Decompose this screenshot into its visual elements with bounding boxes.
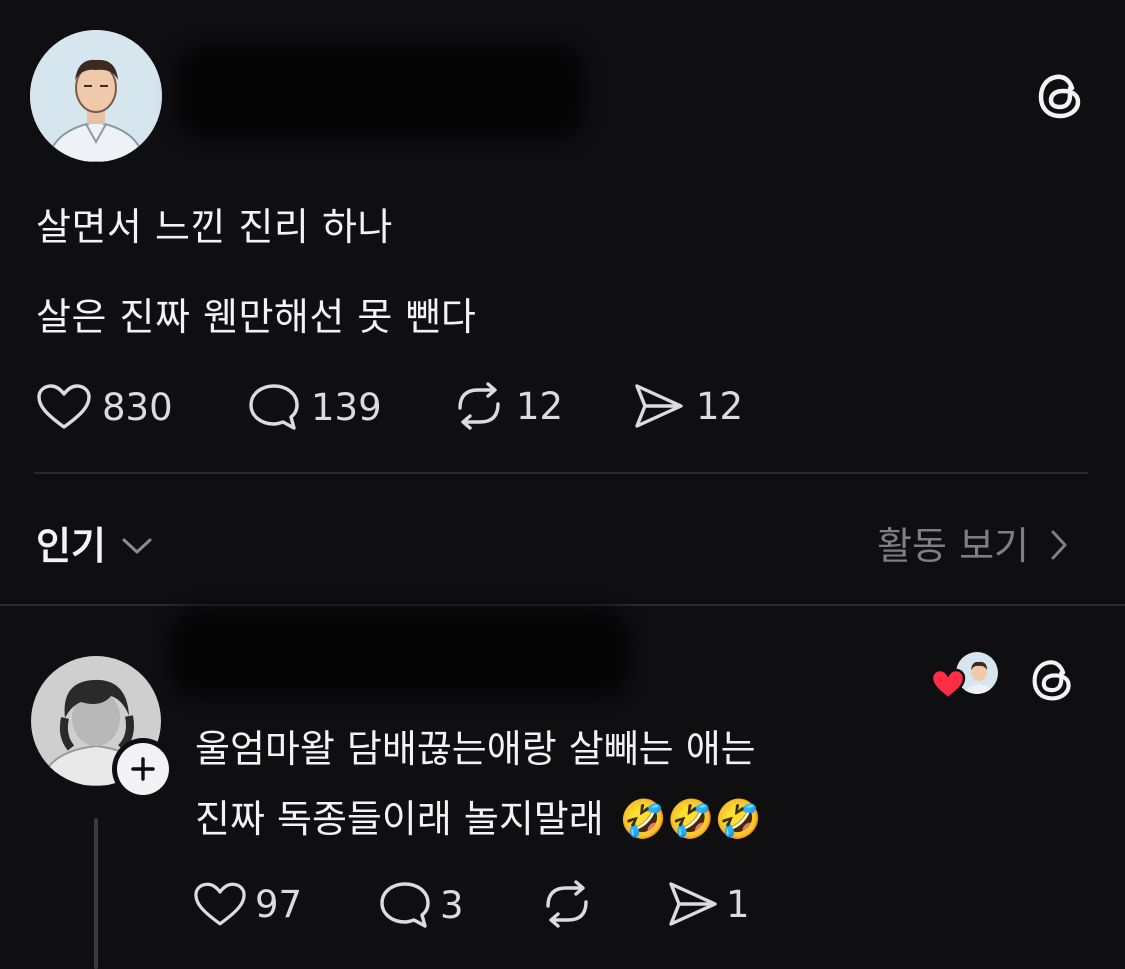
heart-filled-icon xyxy=(930,668,966,700)
reply-text-line-2: 진짜 독종들이래 놀지말래 xyxy=(195,797,604,841)
reply-reply-button[interactable]: 3 xyxy=(378,880,464,930)
post-divider xyxy=(34,472,1088,474)
repost-icon xyxy=(458,382,500,430)
rofl-emoji: 🤣🤣🤣 xyxy=(619,797,762,841)
speech-bubble-icon xyxy=(249,384,299,430)
speech-bubble-icon xyxy=(380,882,430,928)
send-icon xyxy=(635,384,683,428)
reply-like-button[interactable]: 97 xyxy=(193,882,302,927)
post-text-line-1: 살면서 느낀 진리 하나 xyxy=(36,205,393,249)
view-activity-label: 활동 보기 xyxy=(877,524,1029,568)
liked-by-author-indicator xyxy=(930,650,1004,700)
post-reply-button[interactable]: 139 xyxy=(247,382,382,432)
heart-icon xyxy=(37,384,91,429)
reply-text-line-1: 울엄마왈 담배끊는애랑 살빼는 애는 xyxy=(195,727,756,771)
send-icon xyxy=(669,882,717,926)
reply-text-line-2-wrap: 진짜 독종들이래 놀지말래 🤣🤣🤣 xyxy=(195,788,762,843)
author-avatar[interactable] xyxy=(30,30,162,162)
post-repost-count: 12 xyxy=(516,384,564,428)
thread-connector-line xyxy=(94,818,98,969)
reply-repost-button[interactable] xyxy=(540,880,594,928)
chevron-down-icon xyxy=(122,538,152,553)
author-username-redacted[interactable] xyxy=(176,44,586,140)
reply-username-redacted[interactable] xyxy=(170,608,630,698)
post-like-count: 830 xyxy=(102,385,173,429)
reply-share-button[interactable]: 1 xyxy=(666,880,750,928)
plus-icon xyxy=(131,757,155,781)
post-like-button[interactable]: 830 xyxy=(36,384,173,430)
threads-logo-icon[interactable] xyxy=(1036,70,1086,122)
post-reply-count: 139 xyxy=(311,385,382,429)
heart-icon xyxy=(194,882,246,926)
post-text-line-2: 살은 진짜 웬만해선 못 뺀다 xyxy=(36,295,477,339)
reply-like-count: 97 xyxy=(255,883,303,926)
chevron-right-icon xyxy=(1051,530,1067,559)
post-share-button[interactable]: 12 xyxy=(632,382,743,430)
repost-icon xyxy=(546,880,588,928)
sort-label: 인기 xyxy=(36,524,106,568)
follow-button[interactable] xyxy=(112,738,174,800)
reply-reply-count: 3 xyxy=(440,883,464,927)
view-activity-link[interactable]: 활동 보기 xyxy=(877,515,1069,570)
reply-threads-logo-icon[interactable] xyxy=(1030,656,1076,704)
reply-share-count: 1 xyxy=(726,882,750,926)
sort-dropdown[interactable]: 인기 xyxy=(36,515,154,570)
post-repost-button[interactable]: 12 xyxy=(452,382,563,430)
post-share-count: 12 xyxy=(696,384,744,428)
section-divider xyxy=(0,604,1125,606)
